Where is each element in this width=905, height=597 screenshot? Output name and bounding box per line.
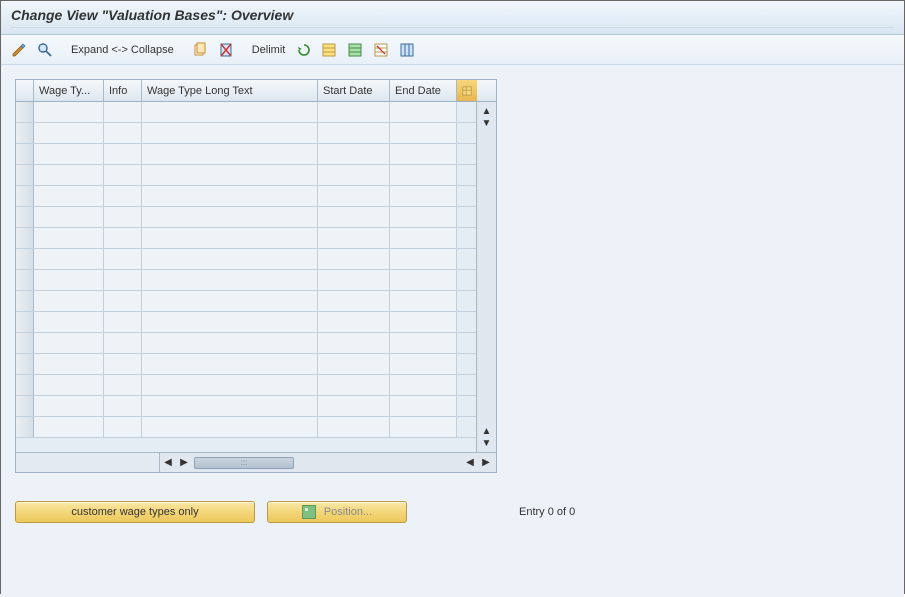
entry-status: Entry 0 of 0: [519, 506, 575, 518]
table-row[interactable]: [16, 375, 476, 396]
data-table: Wage Ty... Info Wage Type Long Text Star…: [15, 79, 497, 473]
table-row[interactable]: [16, 123, 476, 144]
toggle-edit-icon[interactable]: [9, 40, 29, 60]
table-select-all-header[interactable]: [16, 80, 34, 101]
position-button[interactable]: Position...: [267, 501, 407, 523]
table-header-row: Wage Ty... Info Wage Type Long Text Star…: [16, 80, 496, 102]
table-row[interactable]: [16, 270, 476, 291]
deselect-all-icon[interactable]: [371, 40, 391, 60]
col-wage-type-long-text[interactable]: Wage Type Long Text: [142, 80, 318, 101]
copy-icon[interactable]: [190, 40, 210, 60]
scroll-left-end-icon[interactable]: ◀: [462, 455, 478, 471]
table-row[interactable]: [16, 228, 476, 249]
table-rows: [16, 102, 476, 452]
table-row[interactable]: [16, 291, 476, 312]
customer-wage-types-button[interactable]: customer wage types only: [15, 501, 255, 523]
table-row[interactable]: [16, 354, 476, 375]
page-title: Change View "Valuation Bases": Overview: [1, 1, 904, 35]
hscroll-thumb[interactable]: :::: [194, 457, 294, 469]
select-block-icon[interactable]: [345, 40, 365, 60]
config-icon[interactable]: [397, 40, 417, 60]
table-row[interactable]: [16, 102, 476, 123]
toolbar: Expand <-> Collapse Delimit: [1, 35, 904, 65]
table-row[interactable]: [16, 144, 476, 165]
customer-wage-types-label: customer wage types only: [71, 506, 198, 518]
position-icon: [302, 505, 316, 519]
delimit-button[interactable]: Delimit: [250, 44, 288, 56]
delete-icon[interactable]: [216, 40, 236, 60]
col-info[interactable]: Info: [104, 80, 142, 101]
scroll-down-end-icon[interactable]: ▼: [480, 436, 494, 450]
table-row[interactable]: [16, 186, 476, 207]
content-area: www.tutorialkart.com Wage Ty... Info Wag…: [1, 65, 904, 597]
page-title-text: Change View "Valuation Bases": Overview: [11, 7, 293, 23]
scroll-right-icon[interactable]: ▶: [176, 455, 192, 471]
position-label: Position...: [324, 506, 372, 518]
other-view-icon[interactable]: [35, 40, 55, 60]
table-row[interactable]: [16, 207, 476, 228]
horizontal-scrollbar[interactable]: ◀ ▶ ::: ◀ ▶: [16, 452, 496, 472]
bottom-bar: customer wage types only Position... Ent…: [15, 501, 890, 523]
col-wage-type[interactable]: Wage Ty...: [34, 80, 104, 101]
vertical-scrollbar[interactable]: ▲ ▼ ▲ ▼: [476, 102, 496, 452]
table-row[interactable]: [16, 333, 476, 354]
scroll-left-icon[interactable]: ◀: [160, 455, 176, 471]
scroll-right-end-icon[interactable]: ▶: [478, 455, 494, 471]
scroll-down-icon[interactable]: ▼: [480, 116, 494, 130]
table-row[interactable]: [16, 249, 476, 270]
col-end-date[interactable]: End Date: [390, 80, 457, 101]
undo-icon[interactable]: [293, 40, 313, 60]
table-row[interactable]: [16, 396, 476, 417]
table-row[interactable]: [16, 417, 476, 438]
col-start-date[interactable]: Start Date: [318, 80, 390, 101]
select-all-icon[interactable]: [319, 40, 339, 60]
hscroll-spacer: [16, 453, 160, 472]
table-body: ▲ ▼ ▲ ▼: [16, 102, 496, 452]
expand-collapse-button[interactable]: Expand <-> Collapse: [69, 44, 176, 56]
table-configure-icon[interactable]: [457, 80, 477, 101]
table-row[interactable]: [16, 312, 476, 333]
table-row[interactable]: [16, 165, 476, 186]
